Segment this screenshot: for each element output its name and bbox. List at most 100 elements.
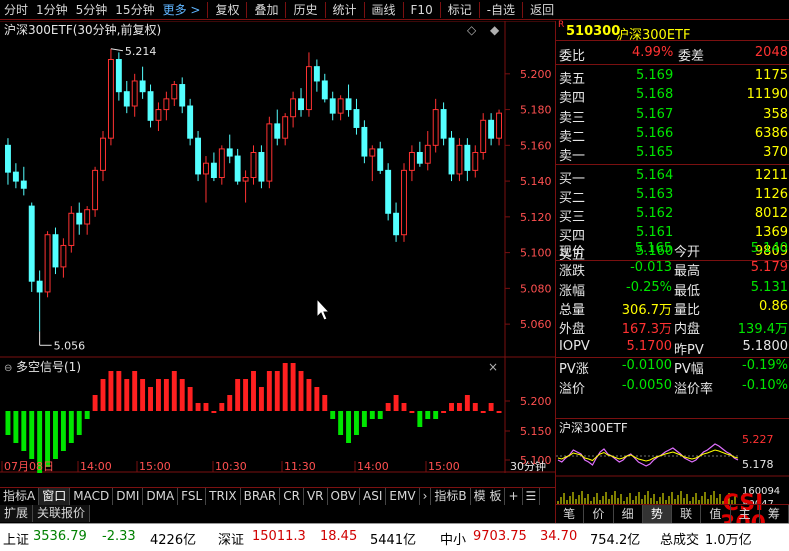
candle[interactable] <box>305 66 312 111</box>
candle[interactable] <box>321 80 328 100</box>
candle[interactable] <box>464 144 471 171</box>
candle[interactable] <box>100 137 106 171</box>
candle[interactable] <box>369 148 376 157</box>
kline-chart-area[interactable]: 5.200 5.180 5.160 5.140 5.120 5.100 5.080 5.060… <box>0 20 555 475</box>
candle[interactable] <box>290 98 297 118</box>
tab-fsl[interactable]: FSL <box>178 488 207 505</box>
add-tab-button[interactable]: + <box>505 488 523 505</box>
close-indicator-icon[interactable]: × <box>488 360 498 374</box>
mini-tab[interactable]: 筹 <box>760 505 789 523</box>
candle[interactable] <box>274 123 281 139</box>
scroll-right-icon[interactable]: › <box>420 488 432 505</box>
diamond-filled-icon[interactable]: ◆ <box>490 23 500 37</box>
toolbar-item-back[interactable]: 返回 <box>526 0 558 20</box>
candle[interactable] <box>329 98 336 114</box>
candle[interactable] <box>195 137 202 175</box>
candle[interactable] <box>139 80 146 93</box>
candle[interactable] <box>131 80 138 107</box>
tab-asi[interactable]: ASI <box>360 488 387 505</box>
period-label[interactable]: 30分钟 <box>510 459 546 473</box>
candle[interactable] <box>84 209 91 225</box>
tab-template[interactable]: 模 板 <box>471 488 506 505</box>
candle[interactable] <box>416 151 423 164</box>
kline-chart[interactable]: 5.200 5.180 5.160 5.140 5.120 5.100 5.080 5.060… <box>0 20 555 475</box>
candle[interactable] <box>250 151 257 179</box>
candle[interactable] <box>28 205 35 282</box>
mini-tab[interactable]: 势 <box>642 505 672 523</box>
candle[interactable] <box>147 91 154 121</box>
candle[interactable] <box>36 280 43 293</box>
tab-brar[interactable]: BRAR <box>241 488 281 505</box>
candle[interactable] <box>218 148 225 179</box>
toolbar-item-5min[interactable]: 5分钟 <box>72 0 112 20</box>
tab-indicator-b[interactable]: 指标B <box>431 488 471 505</box>
mini-tab[interactable]: 笔 <box>555 505 585 523</box>
candle[interactable] <box>76 212 83 225</box>
tab-dmi[interactable]: DMI <box>113 488 144 505</box>
candle[interactable] <box>424 144 431 164</box>
toolbar-item-adjust[interactable]: 复权 <box>211 0 243 20</box>
candle[interactable] <box>226 148 233 157</box>
toolbar-item-stats[interactable]: 统计 <box>329 0 361 20</box>
candle[interactable] <box>456 144 463 175</box>
candle[interactable] <box>210 162 217 179</box>
toolbar-item-history[interactable]: 历史 <box>289 0 321 20</box>
candle[interactable] <box>179 84 186 107</box>
candle[interactable] <box>496 112 502 139</box>
candle[interactable] <box>408 151 415 171</box>
candle[interactable] <box>44 234 51 293</box>
candle[interactable] <box>242 177 249 182</box>
tab-vr[interactable]: VR <box>304 488 328 505</box>
tab-trix[interactable]: TRIX <box>206 488 241 505</box>
candle[interactable] <box>377 148 384 171</box>
tab-related-quotes[interactable]: 关联报价 <box>33 505 91 522</box>
mini-tab[interactable]: 细 <box>614 505 643 523</box>
candle[interactable] <box>92 169 99 211</box>
candle[interactable] <box>361 126 368 157</box>
tab-window[interactable]: 窗口 <box>39 488 71 505</box>
menu-icon[interactable]: ☰ <box>523 488 541 505</box>
tab-macd[interactable]: MACD <box>70 488 114 505</box>
tab-dma[interactable]: DMA <box>143 488 179 505</box>
candle[interactable] <box>401 169 407 236</box>
candle[interactable] <box>345 98 352 111</box>
candle[interactable] <box>393 212 400 236</box>
candle[interactable] <box>488 119 495 139</box>
candle[interactable] <box>432 109 439 146</box>
candle[interactable] <box>155 109 162 121</box>
candle[interactable] <box>115 59 122 93</box>
tab-emv[interactable]: EMV <box>386 488 420 505</box>
mini-tab[interactable]: 主 <box>731 505 760 523</box>
candle[interactable] <box>258 151 265 182</box>
candle[interactable] <box>187 105 194 139</box>
toolbar-item-draw[interactable]: 画线 <box>368 0 400 20</box>
candle[interactable] <box>472 151 479 171</box>
mini-tab[interactable]: 联 <box>672 505 702 523</box>
toolbar-item-overlay[interactable]: 叠加 <box>250 0 282 20</box>
candle[interactable] <box>12 171 19 182</box>
candle[interactable] <box>5 144 11 173</box>
candle[interactable] <box>107 59 114 139</box>
toolbar-item-more[interactable]: 更多 > <box>159 0 205 20</box>
candle[interactable] <box>440 109 447 139</box>
toolbar-item-mark[interactable]: 标记 <box>444 0 476 20</box>
candle[interactable] <box>20 180 27 189</box>
toolbar-item-intraday[interactable]: 分时 <box>0 0 32 20</box>
candle[interactable] <box>60 244 67 268</box>
toolbar-item-watchlist[interactable]: -自选 <box>483 0 519 20</box>
tab-cr[interactable]: CR <box>280 488 304 505</box>
toolbar-item-f10[interactable]: F10 <box>407 0 437 20</box>
candle[interactable] <box>385 169 392 214</box>
candle[interactable] <box>171 84 178 100</box>
candle[interactable] <box>52 234 59 268</box>
candle[interactable] <box>353 109 360 128</box>
mini-tab[interactable]: 价 <box>584 505 614 523</box>
candle[interactable] <box>298 98 304 111</box>
tab-obv[interactable]: OBV <box>328 488 361 505</box>
collapse-icon[interactable]: ⊖ <box>4 363 12 374</box>
candle[interactable] <box>234 155 241 182</box>
candle[interactable] <box>313 66 320 82</box>
tab-indicator-a[interactable]: 指标A <box>0 488 40 505</box>
candle[interactable] <box>68 212 75 246</box>
candle[interactable] <box>480 119 487 153</box>
